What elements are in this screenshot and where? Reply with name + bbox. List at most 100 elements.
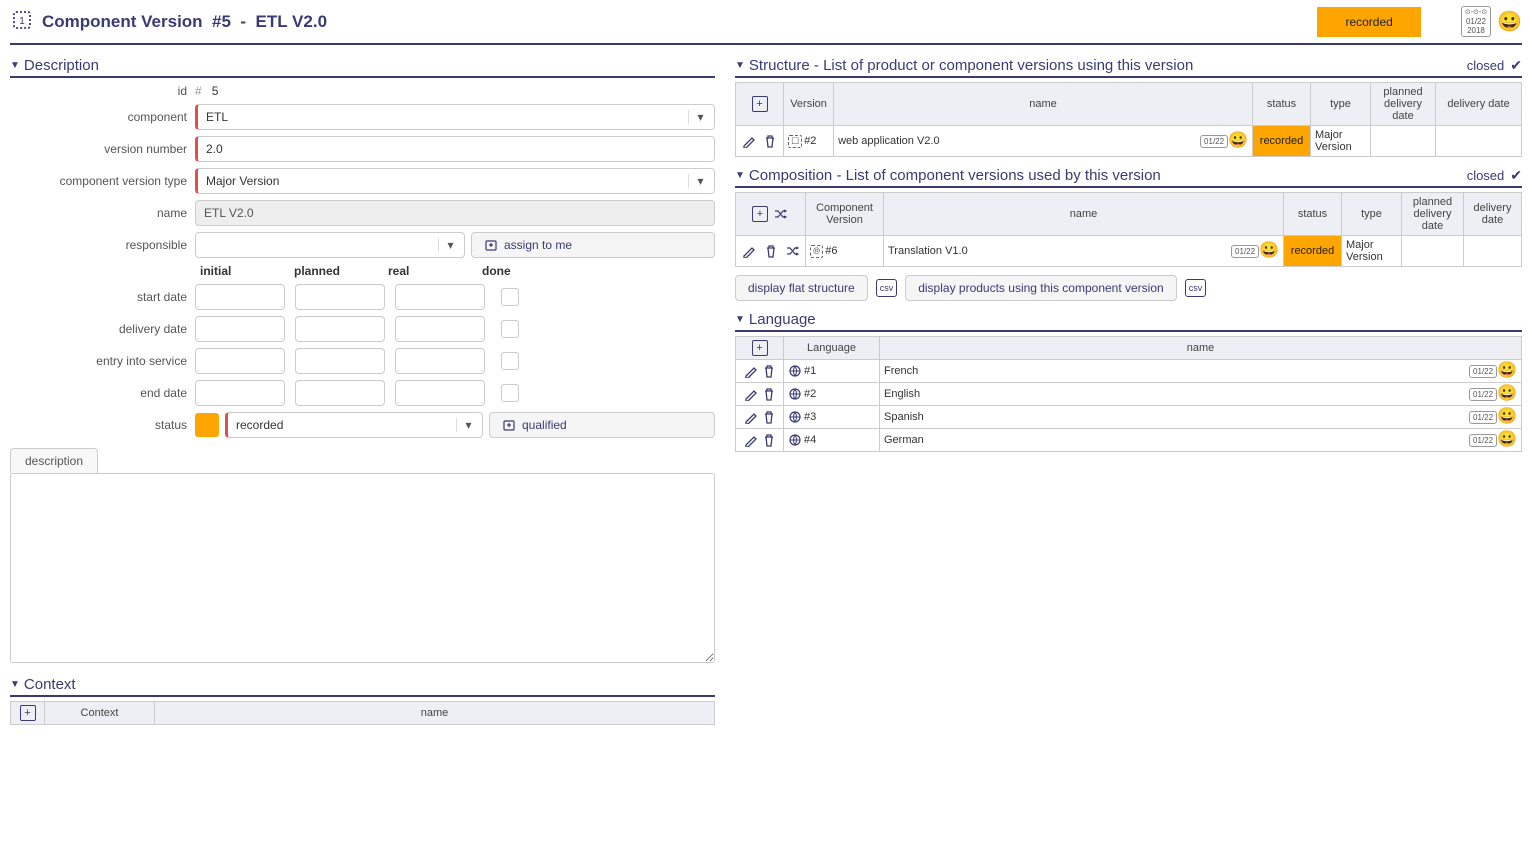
caret-icon[interactable]: ▼ — [735, 314, 745, 325]
smile-icon[interactable]: 😀 — [1497, 12, 1522, 32]
section-language-header[interactable]: ▼ Language — [735, 309, 1522, 332]
display-products-button[interactable]: display products using this component ve… — [905, 275, 1176, 301]
component-version-type-select[interactable]: Major Version ▾ — [195, 168, 715, 194]
calendar-icon[interactable]: 01/22 — [1231, 245, 1259, 258]
composition-state: closed — [1467, 168, 1505, 183]
col-done: done — [482, 264, 576, 278]
section-structure-header[interactable]: ▼ Structure - List of product or compone… — [735, 55, 1522, 78]
start-date-planned[interactable] — [295, 284, 385, 310]
calendar-icon[interactable]: 01/22 — [1469, 434, 1497, 447]
assign-to-me-button[interactable]: assign to me — [471, 232, 715, 258]
globe-icon — [788, 434, 802, 446]
component-select[interactable]: ETL ▾ — [195, 104, 715, 130]
shuffle-button[interactable] — [783, 245, 801, 257]
delivery-date-planned[interactable] — [295, 316, 385, 342]
col-initial: initial — [200, 264, 294, 278]
label-version-number: version number — [10, 142, 195, 156]
calendar-icon[interactable]: 01/22 — [1469, 411, 1497, 424]
delete-button[interactable] — [760, 388, 778, 400]
calendar-icon[interactable]: 01/22 — [1469, 365, 1497, 378]
delete-button[interactable] — [760, 411, 778, 423]
delete-button[interactable] — [760, 434, 778, 446]
qualified-button[interactable]: qualified — [489, 412, 715, 438]
qualified-icon — [502, 418, 516, 432]
section-description-header[interactable]: ▼ Description — [10, 55, 715, 78]
context-col-name: name — [155, 702, 715, 725]
smile-icon[interactable]: 😀 — [1497, 363, 1517, 379]
shuffle-button[interactable] — [771, 208, 789, 220]
eis-real[interactable] — [395, 348, 485, 374]
section-context-header[interactable]: ▼ Context — [10, 674, 715, 697]
structure-state: closed — [1467, 58, 1505, 73]
label-end-date: end date — [10, 386, 195, 400]
smile-icon[interactable]: 😀 — [1497, 409, 1517, 425]
edit-button[interactable] — [742, 365, 760, 377]
end-date-initial[interactable] — [195, 380, 285, 406]
responsible-select[interactable]: ▾ — [195, 232, 465, 258]
edit-button[interactable] — [742, 388, 760, 400]
chevron-down-icon[interactable]: ▾ — [438, 238, 456, 252]
start-date-initial[interactable] — [195, 284, 285, 310]
edit-button[interactable] — [742, 411, 760, 423]
add-language-button[interactable]: + — [752, 340, 768, 356]
edit-button[interactable] — [740, 245, 758, 257]
add-structure-button[interactable]: + — [752, 96, 768, 112]
chevron-down-icon[interactable]: ▾ — [688, 174, 706, 188]
edit-button[interactable] — [740, 135, 758, 147]
smile-icon[interactable]: 😀 — [1497, 432, 1517, 448]
csv-export-button[interactable]: csv — [1185, 279, 1207, 297]
label-status: status — [10, 418, 195, 432]
csv-export-button[interactable]: csv — [876, 279, 898, 297]
smile-icon[interactable]: 😀 — [1228, 133, 1248, 149]
calendar-icon[interactable]: ⊙-⊙-⊙ 01/22 2018 — [1461, 6, 1491, 37]
version-number-input[interactable]: 2.0 — [195, 136, 715, 162]
add-context-button[interactable]: + — [20, 705, 36, 721]
svg-text:1: 1 — [19, 16, 25, 27]
delete-button[interactable] — [762, 245, 780, 257]
display-flat-structure-button[interactable]: display flat structure — [735, 275, 868, 301]
col-real: real — [388, 264, 482, 278]
label-start-date: start date — [10, 290, 195, 304]
delivery-date-initial[interactable] — [195, 316, 285, 342]
eis-planned[interactable] — [295, 348, 385, 374]
caret-icon[interactable]: ▼ — [10, 60, 20, 71]
caret-icon[interactable]: ▼ — [735, 170, 745, 181]
globe-icon — [788, 411, 802, 423]
page-header: 1 Component Version #5 - ETL V2.0 record… — [10, 4, 1522, 45]
delete-button[interactable] — [761, 135, 779, 147]
structure-table: + Version name status type planned deliv… — [735, 82, 1522, 157]
delete-button[interactable] — [760, 365, 778, 377]
box-icon: ☐ — [788, 135, 802, 148]
eis-done-checkbox[interactable] — [501, 352, 519, 370]
status-select[interactable]: recorded ▾ — [225, 412, 483, 438]
calendar-icon[interactable]: 01/22 — [1200, 135, 1228, 148]
end-date-planned[interactable] — [295, 380, 385, 406]
calendar-icon[interactable]: 01/22 — [1469, 388, 1497, 401]
end-date-real[interactable] — [395, 380, 485, 406]
start-date-done-checkbox[interactable] — [501, 288, 519, 306]
assign-icon — [484, 238, 498, 252]
label-id: id — [10, 84, 195, 98]
label-responsible: responsible — [10, 238, 195, 252]
smile-icon[interactable]: 😀 — [1259, 243, 1279, 259]
label-component: component — [10, 110, 195, 124]
edit-button[interactable] — [742, 434, 760, 446]
caret-icon[interactable]: ▼ — [10, 679, 20, 690]
delivery-date-done-checkbox[interactable] — [501, 320, 519, 338]
smile-icon[interactable]: 😀 — [1497, 386, 1517, 402]
chevron-down-icon[interactable]: ▾ — [456, 418, 474, 432]
delivery-date-real[interactable] — [395, 316, 485, 342]
description-textarea[interactable] — [10, 473, 715, 663]
header-status-badge: recorded — [1317, 7, 1420, 37]
chevron-down-icon[interactable]: ▾ — [688, 110, 706, 124]
name-input: ETL V2.0 — [195, 200, 715, 226]
start-date-real[interactable] — [395, 284, 485, 310]
label-delivery-date: delivery date — [10, 322, 195, 336]
caret-icon[interactable]: ▼ — [735, 60, 745, 71]
add-composition-button[interactable]: + — [752, 206, 768, 222]
label-cv-type: component version type — [10, 174, 195, 188]
end-date-done-checkbox[interactable] — [501, 384, 519, 402]
eis-initial[interactable] — [195, 348, 285, 374]
section-composition-header[interactable]: ▼ Composition - List of component versio… — [735, 165, 1522, 188]
tab-description[interactable]: description — [10, 448, 98, 473]
